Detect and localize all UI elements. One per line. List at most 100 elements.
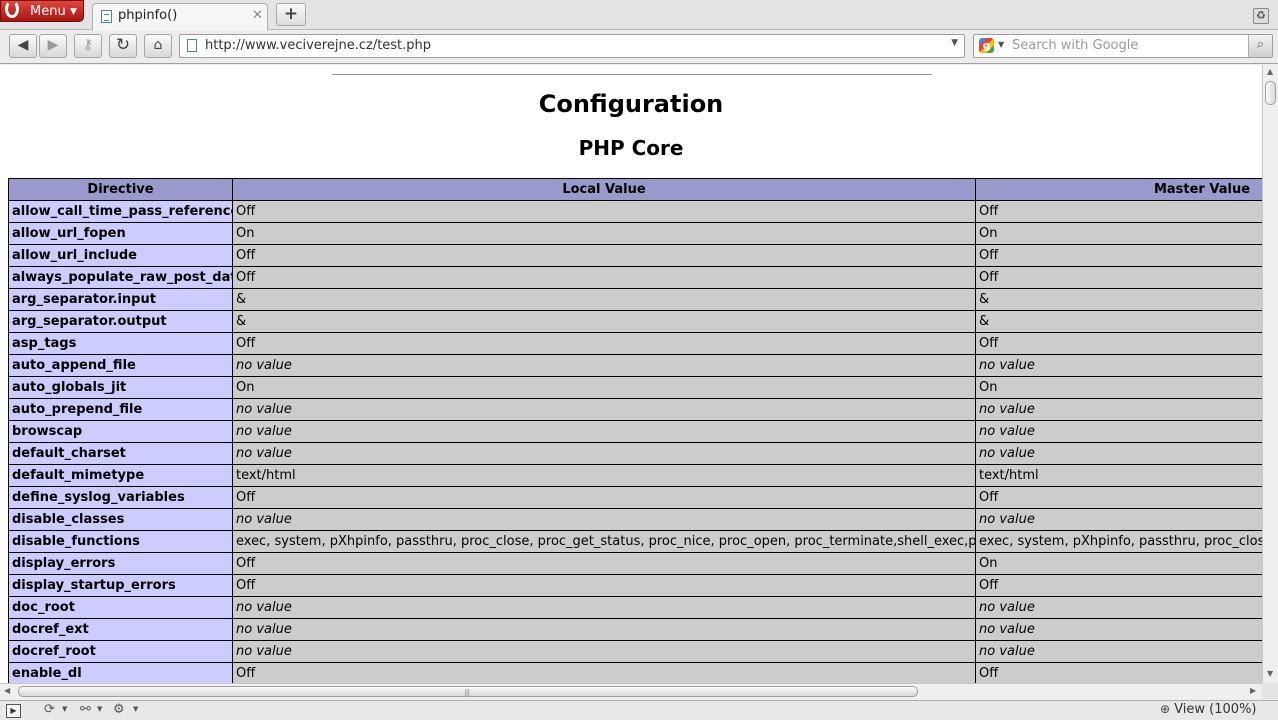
directive-name: doc_root	[8, 596, 233, 619]
master-value: Off	[975, 244, 1262, 267]
new-tab-button[interactable]: +	[276, 3, 306, 26]
address-dropdown-icon[interactable]: ▼	[951, 38, 958, 48]
local-value: Off	[232, 266, 976, 289]
scroll-right-icon[interactable]: ▶	[1250, 686, 1256, 695]
master-value: no value	[975, 618, 1262, 641]
tab-bar: Menu ▼ phpinfo() ✕ + ♻	[0, 0, 1278, 31]
table-row: doc_root no value no value	[8, 596, 1262, 619]
scrollbar-corner	[1262, 683, 1278, 699]
master-value: no value	[975, 354, 1262, 377]
closed-tabs-trash-icon[interactable]: ♻	[1253, 8, 1269, 24]
reload-button[interactable]: ↻	[109, 34, 137, 58]
search-box[interactable]: g ▼ Search with Google ⌕	[973, 34, 1273, 58]
wand-key-button[interactable]: ⚷	[74, 34, 102, 58]
master-value: no value	[975, 596, 1262, 619]
master-value: text/html	[975, 464, 1262, 487]
chevron-down-icon: ▼	[70, 7, 77, 17]
directive-name: default_mimetype	[8, 464, 233, 487]
master-value: no value	[975, 442, 1262, 465]
chevron-down-icon[interactable]: ▼	[133, 705, 138, 713]
master-value: no value	[975, 640, 1262, 663]
forward-button[interactable]: ▶	[39, 34, 67, 58]
local-value: Off	[232, 574, 976, 597]
menu-label: Menu	[30, 4, 66, 19]
back-button[interactable]: ◀	[9, 34, 37, 58]
vertical-scroll-thumb[interactable]	[1265, 81, 1276, 105]
network-icon[interactable]: ⚯	[80, 702, 91, 717]
directive-name: allow_url_include	[8, 244, 233, 267]
table-row: docref_ext no value no value	[8, 618, 1262, 641]
page-viewport: Configuration PHP Core Directive Local V…	[0, 65, 1262, 683]
turbo-icon[interactable]: ⚙	[113, 702, 125, 717]
local-value: Off	[232, 200, 976, 223]
table-row: docref_root no value no value	[8, 640, 1262, 663]
panel-toggle-button[interactable]: ▶	[6, 704, 21, 718]
directive-name: disable_classes	[8, 508, 233, 531]
search-button[interactable]: ⌕	[1248, 35, 1272, 57]
address-bar[interactable]: http://www.veciverejne.cz/test.php ▼	[179, 34, 965, 58]
zoom-magnifier-icon: ⊕	[1160, 702, 1171, 716]
directive-name: browscap	[8, 420, 233, 443]
chevron-down-icon: ▼	[998, 40, 1005, 49]
master-value: Off	[975, 200, 1262, 223]
horizontal-scrollbar[interactable]: ◀ ||| ▶	[0, 683, 1262, 699]
home-button[interactable]: ⌂	[144, 34, 172, 58]
local-value: &	[232, 310, 976, 333]
sync-icon[interactable]: ⟳	[44, 702, 55, 717]
horizontal-scroll-thumb[interactable]: |||	[18, 686, 918, 697]
table-row: arg_separator.output & &	[8, 310, 1262, 333]
tab-title: phpinfo()	[118, 8, 178, 23]
search-engine-selector[interactable]: g ▼	[976, 37, 1008, 55]
local-value: Off	[232, 662, 976, 683]
master-value: &	[975, 288, 1262, 311]
chevron-down-icon[interactable]: ▼	[97, 705, 102, 713]
table-row: disable_classes no value no value	[8, 508, 1262, 531]
directive-name: enable_dl	[8, 662, 233, 683]
table-row: allow_call_time_pass_reference Off Off	[8, 200, 1262, 223]
address-url[interactable]: http://www.veciverejne.cz/test.php	[205, 38, 431, 53]
local-value: Off	[232, 486, 976, 509]
table-row: define_syslog_variables Off Off	[8, 486, 1262, 509]
scroll-up-icon[interactable]: ▲	[1267, 67, 1273, 76]
play-icon: ▶	[10, 706, 17, 715]
browser-tab[interactable]: phpinfo() ✕	[92, 3, 268, 31]
table-row: auto_prepend_file no value no value	[8, 398, 1262, 421]
column-header-local-value: Local Value	[232, 178, 976, 201]
status-bar: ▶ ⟳ ▼ ⚯ ▼ ⚙ ▼ ⊕ View (100%)	[0, 700, 1278, 720]
grip-icon: |||	[464, 688, 470, 697]
vertical-scrollbar[interactable]: ▲ ▼	[1262, 65, 1278, 683]
scroll-down-icon[interactable]: ▼	[1267, 669, 1273, 678]
table-row: default_charset no value no value	[8, 442, 1262, 465]
page-icon	[187, 39, 197, 52]
local-value: no value	[232, 640, 976, 663]
directive-name: arg_separator.output	[8, 310, 233, 333]
local-value: no value	[232, 420, 976, 443]
master-value: Off	[975, 486, 1262, 509]
close-tab-icon[interactable]: ✕	[252, 8, 263, 23]
table-row: allow_url_fopen On On	[8, 222, 1262, 245]
key-icon: ⚷	[82, 37, 94, 53]
opera-menu-button[interactable]: Menu ▼	[0, 0, 84, 22]
zoom-label: View (100%)	[1174, 702, 1257, 717]
zoom-control[interactable]: ⊕ View (100%)	[1160, 702, 1257, 717]
scroll-left-icon[interactable]: ◀	[4, 686, 10, 695]
local-value: Off	[232, 332, 976, 355]
back-arrow-icon: ◀	[17, 37, 29, 53]
navigation-toolbar: ◀ ▶ ⚷ ↻ ⌂ http://www.veciverejne.cz/test…	[0, 31, 1278, 64]
directive-name: arg_separator.input	[8, 288, 233, 311]
search-input[interactable]: Search with Google	[1012, 38, 1138, 53]
directive-name: auto_globals_jit	[8, 376, 233, 399]
local-value: no value	[232, 398, 976, 421]
local-value: no value	[232, 596, 976, 619]
local-value: no value	[232, 442, 976, 465]
master-value: Off	[975, 266, 1262, 289]
chevron-down-icon[interactable]: ▼	[62, 705, 67, 713]
directive-name: default_charset	[8, 442, 233, 465]
directive-name: always_populate_raw_post_data	[8, 266, 233, 289]
master-value: no value	[975, 398, 1262, 421]
master-value: On	[975, 376, 1262, 399]
table-row: allow_url_include Off Off	[8, 244, 1262, 267]
directive-name: allow_call_time_pass_reference	[8, 200, 233, 223]
table-row: always_populate_raw_post_data Off Off	[8, 266, 1262, 289]
master-value: On	[975, 552, 1262, 575]
